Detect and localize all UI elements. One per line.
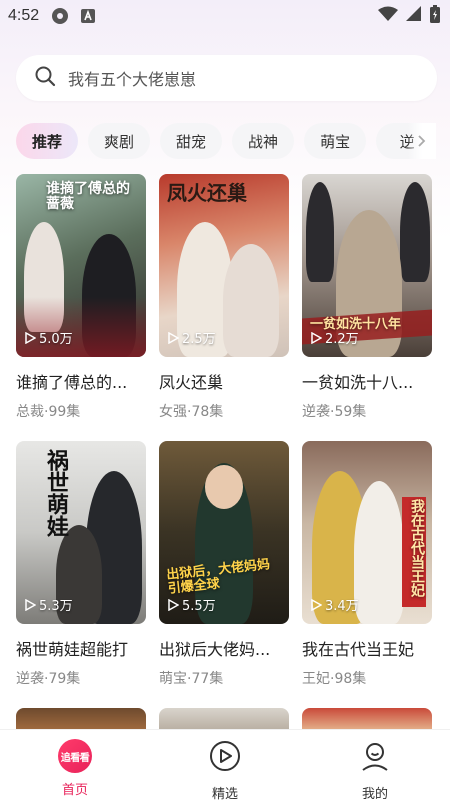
poster-title: 凤火还巢 (167, 181, 247, 205)
view-count: 2.5万 (167, 328, 216, 347)
drama-poster[interactable]: 一贫如洗十八年 2.2万 (302, 174, 432, 357)
drama-title[interactable]: 一贫如洗十八... (302, 369, 432, 393)
drama-poster[interactable] (159, 708, 289, 730)
drama-poster[interactable]: 谁摘了傅总的蔷薇 5.0万 (16, 174, 146, 357)
signal-icon (406, 6, 422, 26)
view-count: 3.4万 (310, 595, 359, 614)
drama-card[interactable] (16, 708, 146, 730)
nav-home-label[interactable]: 首页 (62, 779, 88, 798)
drama-title[interactable]: 凤火还巢 (159, 369, 289, 393)
tab-cool-drama[interactable]: 爽剧 (88, 123, 151, 159)
nav-mine[interactable]: 我的 (300, 730, 450, 801)
drama-poster[interactable]: 出狱后，大佬妈妈 引爆全球 5.5万 (159, 441, 289, 624)
search-placeholder[interactable]: 我有五个大佬崽崽 (68, 66, 196, 90)
home-logo-icon[interactable]: 追看看 (58, 739, 92, 773)
drama-meta: 女强·78集 (159, 404, 224, 420)
drama-card[interactable]: 我在古代当王妃 3.4万 我在古代当王妃 王妃·98集 (302, 441, 432, 688)
drama-poster[interactable]: 凤火还巢 2.5万 (159, 174, 289, 357)
view-count: 5.3万 (24, 595, 73, 614)
nav-mine-label[interactable]: 我的 (362, 783, 388, 801)
play-icon (168, 331, 179, 344)
view-count-value: 2.2万 (325, 332, 359, 347)
drama-meta: 总裁·99集 (16, 404, 81, 420)
tab-cute-baby[interactable]: 萌宝 (304, 123, 367, 159)
tab-recommend[interactable]: 推荐 (16, 123, 79, 159)
drama-card[interactable]: 一贫如洗十八年 2.2万 一贫如洗十八... 逆袭·59集 (302, 174, 432, 421)
user-icon[interactable] (358, 739, 392, 777)
nav-home[interactable]: 追看看 首页 (0, 730, 150, 801)
drama-meta: 逆袭·59集 (302, 404, 367, 420)
play-icon (311, 331, 322, 344)
drama-poster[interactable] (16, 708, 146, 730)
view-count: 5.5万 (167, 595, 216, 614)
a-icon (81, 9, 96, 23)
play-icon (25, 598, 36, 611)
view-count-value: 5.5万 (182, 599, 216, 614)
poster-title: 祸世萌娃 (43, 449, 69, 537)
poster-title: 谁摘了傅总的蔷薇 (46, 181, 130, 213)
poster-title: 出狱后，大佬妈妈 引爆全球 (165, 557, 271, 598)
play-circle-icon[interactable] (208, 739, 242, 777)
tab-sweet[interactable]: 甜宠 (160, 123, 223, 159)
drama-title[interactable]: 我在古代当王妃 (302, 636, 432, 660)
poster-face (205, 465, 243, 509)
poster-figure (400, 182, 430, 282)
status-time: 4:52 (8, 7, 40, 24)
drama-card[interactable] (159, 708, 289, 730)
poster-roses (16, 297, 146, 357)
chevron-right-icon[interactable] (408, 123, 436, 159)
drama-card[interactable]: 祸世萌娃 5.3万 祸世萌娃超能打 逆袭·79集 (16, 441, 146, 688)
view-count-value: 3.4万 (325, 599, 359, 614)
drama-title[interactable]: 出狱后大佬妈... (159, 636, 289, 660)
drama-card[interactable]: 出狱后，大佬妈妈 引爆全球 5.5万 出狱后大佬妈... 萌宝·77集 (159, 441, 289, 688)
search-icon (34, 65, 56, 91)
nav-featured-label[interactable]: 精选 (212, 783, 238, 801)
play-icon (25, 331, 36, 344)
poster-figure (223, 244, 279, 357)
poster-figure (354, 481, 404, 624)
drama-card[interactable]: 凤火还巢 2.5万 凤火还巢 女强·78集 (159, 174, 289, 421)
view-count-value: 5.3万 (39, 599, 73, 614)
nav-featured[interactable]: 精选 (150, 730, 300, 801)
view-count-value: 2.5万 (182, 332, 216, 347)
bottom-navigation: 追看看 首页 精选 我的 (0, 729, 450, 801)
drama-card[interactable] (302, 708, 432, 730)
view-count: 5.0万 (24, 328, 73, 347)
drama-card[interactable]: 谁摘了傅总的蔷薇 5.0万 谁摘了傅总的... 总裁·99集 (16, 174, 146, 421)
view-count: 2.2万 (310, 328, 359, 347)
view-count-value: 5.0万 (39, 332, 73, 347)
search-bar[interactable]: 我有五个大佬崽崽 (16, 55, 437, 101)
status-bar: 4:52 (0, 0, 450, 32)
category-tabs: 推荐 爽剧 甜宠 战神 萌宝 逆 (16, 123, 436, 159)
drama-meta: 萌宝·77集 (159, 671, 224, 687)
wifi-icon (378, 6, 398, 26)
play-icon (311, 598, 322, 611)
play-icon (168, 598, 179, 611)
drama-meta: 王妃·98集 (302, 671, 367, 687)
poster-figure (306, 182, 334, 282)
drama-poster[interactable]: 祸世萌娃 5.3万 (16, 441, 146, 624)
drama-meta: 逆袭·79集 (16, 671, 81, 687)
battery-icon (430, 5, 440, 27)
drama-title[interactable]: 谁摘了傅总的... (16, 369, 146, 393)
drama-poster[interactable]: 我在古代当王妃 3.4万 (302, 441, 432, 624)
tab-war-god[interactable]: 战神 (232, 123, 295, 159)
drama-title[interactable]: 祸世萌娃超能打 (16, 636, 146, 660)
poster-title: 我在古代当王妃 (409, 499, 425, 597)
gear-icon (51, 7, 69, 25)
drama-poster[interactable] (302, 708, 432, 730)
